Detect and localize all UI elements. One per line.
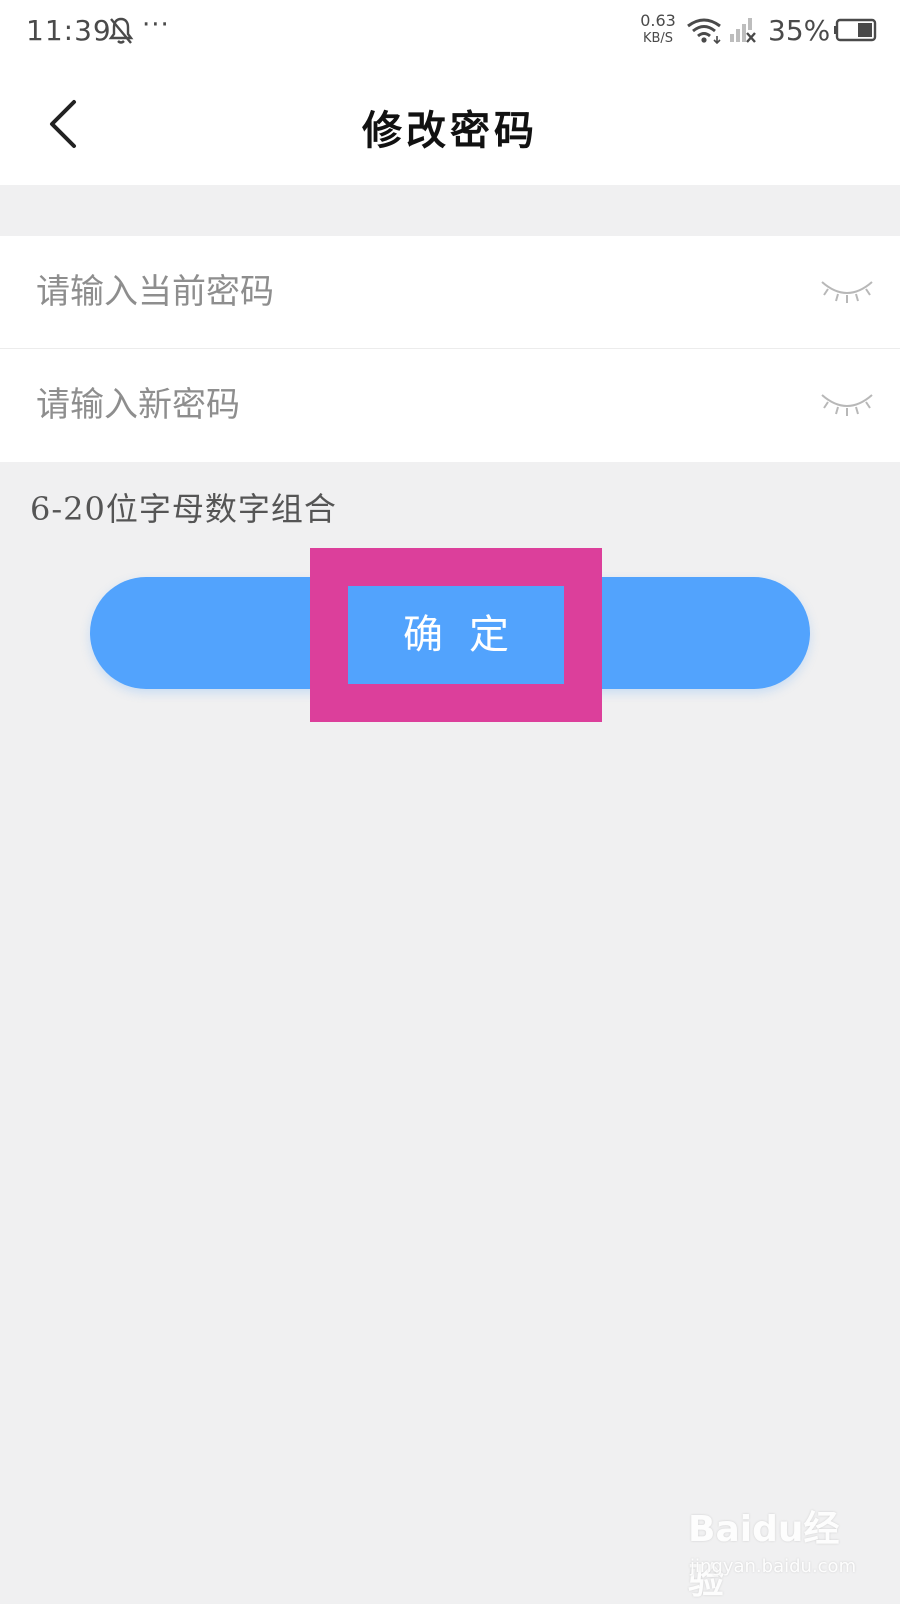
eye-closed-icon[interactable]	[818, 387, 876, 421]
watermark-url: jingyan.baidu.com	[690, 1556, 857, 1577]
watermark-logo: Baidu经验	[688, 1509, 840, 1602]
new-password-row	[0, 349, 900, 462]
status-time: 11:39	[26, 14, 112, 47]
nav-bar: 修改密码	[0, 62, 900, 185]
eye-closed-icon[interactable]	[818, 274, 876, 308]
watermark: Baidu经验 jingyan.baidu.com	[688, 1500, 868, 1602]
current-password-input[interactable]	[36, 266, 776, 318]
signal-icon	[730, 18, 756, 43]
current-password-row	[0, 236, 900, 349]
network-speed-value: 0.63	[640, 11, 676, 30]
new-password-input[interactable]	[36, 379, 776, 431]
wifi-icon	[687, 18, 721, 44]
network-speed-unit: KB/S	[642, 31, 674, 46]
page-title: 修改密码	[362, 107, 538, 154]
network-speed: 0.63 KB/S	[636, 12, 680, 48]
status-bar: 11:39 ··· 0.63 KB/S 35%	[0, 0, 900, 62]
bell-off-icon	[108, 17, 134, 44]
confirm-button-label[interactable]: 确定	[348, 586, 564, 684]
more-dots: ···	[142, 10, 170, 40]
password-hint: 6-20位字母数字组合	[30, 490, 337, 528]
battery-percent: 35%	[768, 14, 831, 47]
battery-icon	[834, 18, 877, 42]
